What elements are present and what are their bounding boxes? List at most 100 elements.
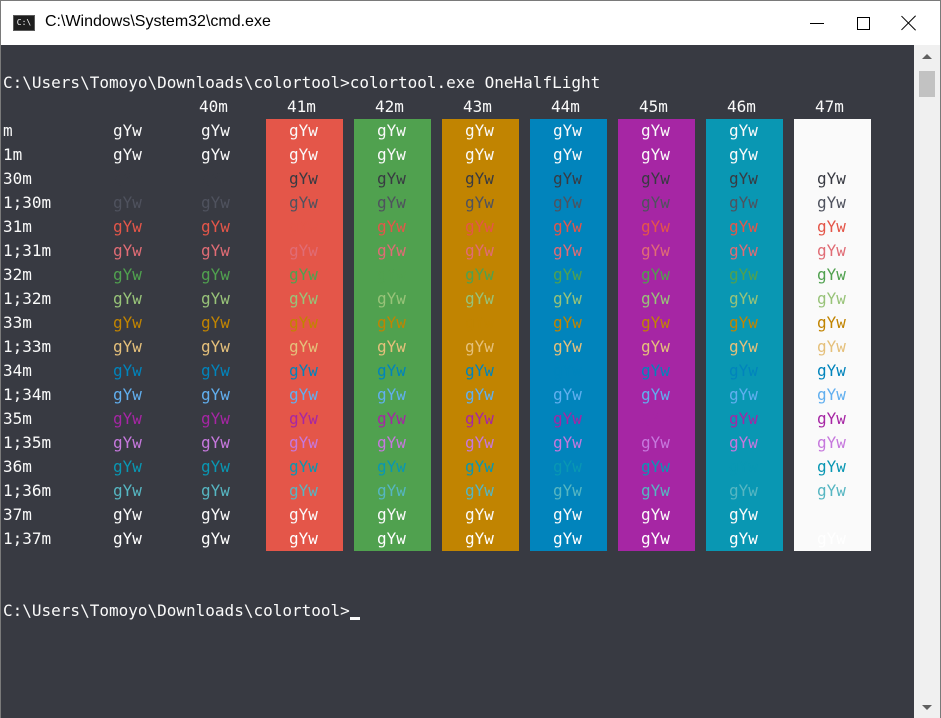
row-label-32m: 32m xyxy=(3,265,32,284)
row-label-1-33m: 1;33m xyxy=(3,337,52,356)
sample-cell: gYw xyxy=(377,289,406,308)
sample-cell: gYw xyxy=(817,313,846,332)
sample-cell: gYw xyxy=(201,361,230,380)
row-label-1-36m: 1;36m xyxy=(3,481,52,500)
sample-cell: gYw xyxy=(641,289,670,308)
sample-cell: gYw xyxy=(465,241,494,260)
row-label-1-32m: 1;32m xyxy=(3,289,52,308)
scroll-down-button[interactable] xyxy=(914,696,940,718)
sample-cell: gYw xyxy=(201,241,230,260)
sample-cell: gYw xyxy=(729,505,758,524)
sample-cell: gYw xyxy=(641,529,670,548)
sample-cell: gYw xyxy=(729,409,758,428)
cmd-icon: C:\ xyxy=(13,15,35,31)
sample-cell: gYw xyxy=(729,361,758,380)
column-header-42m: 42m xyxy=(375,97,404,116)
sample-cell: gYw xyxy=(377,481,406,500)
sample-cell: gYw xyxy=(465,169,494,188)
sample-cell: gYw xyxy=(817,505,846,524)
sample-cell: gYw xyxy=(201,217,230,236)
sample-cell: gYw xyxy=(377,169,406,188)
scroll-thumb[interactable] xyxy=(919,71,935,97)
sample-cell: gYw xyxy=(553,481,582,500)
row-label-35m: 35m xyxy=(3,409,32,428)
close-button[interactable] xyxy=(886,1,932,45)
sample-cell: gYw xyxy=(201,433,230,452)
sample-cell: gYw xyxy=(553,529,582,548)
sample-cell: gYw xyxy=(113,529,142,548)
sample-cell: gYw xyxy=(289,433,318,452)
title-bar[interactable]: C:\ C:\Windows\System32\cmd.exe xyxy=(1,1,940,45)
sample-cell: gYw xyxy=(377,313,406,332)
sample-cell: gYw xyxy=(113,385,142,404)
sample-cell: gYw xyxy=(289,337,318,356)
sample-cell: gYw xyxy=(113,409,142,428)
vertical-scrollbar[interactable] xyxy=(914,45,940,718)
sample-cell: gYw xyxy=(113,241,142,260)
column-header-43m: 43m xyxy=(463,97,492,116)
sample-cell: gYw xyxy=(553,265,582,284)
sample-cell: gYw xyxy=(289,241,318,260)
sample-cell: gYw xyxy=(553,313,582,332)
sample-cell: gYw xyxy=(817,529,846,548)
sample-cell: gYw xyxy=(377,337,406,356)
command-line: C:\Users\Tomoyo\Downloads\colortool>colo… xyxy=(3,73,601,92)
sample-cell: gYw xyxy=(113,121,142,140)
sample-cell: gYw xyxy=(729,265,758,284)
row-label-33m: 33m xyxy=(3,313,32,332)
sample-cell: gYw xyxy=(553,169,582,188)
column-header-47m: 47m xyxy=(815,97,844,116)
sample-cell: gYw xyxy=(201,313,230,332)
sample-cell: gYw xyxy=(113,217,142,236)
prompt-line: C:\Users\Tomoyo\Downloads\colortool> xyxy=(3,601,350,620)
sample-cell: gYw xyxy=(465,217,494,236)
sample-cell: gYw xyxy=(553,217,582,236)
sample-cell: gYw xyxy=(553,241,582,260)
sample-cell: gYw xyxy=(465,409,494,428)
row-label-m: m xyxy=(3,121,13,140)
scroll-up-arrow-icon xyxy=(922,53,932,59)
sample-cell: gYw xyxy=(289,457,318,476)
sample-cell: gYw xyxy=(465,505,494,524)
sample-cell: gYw xyxy=(289,361,318,380)
sample-cell: gYw xyxy=(377,457,406,476)
sample-cell: gYw xyxy=(113,481,142,500)
sample-cell: gYw xyxy=(465,193,494,212)
sample-cell: gYw xyxy=(729,529,758,548)
sample-cell: gYw xyxy=(377,361,406,380)
sample-cell: gYw xyxy=(289,313,318,332)
sample-cell: gYw xyxy=(729,121,758,140)
column-header-46m: 46m xyxy=(727,97,756,116)
row-label-1-30m: 1;30m xyxy=(3,193,52,212)
sample-cell: gYw xyxy=(553,433,582,452)
sample-cell: gYw xyxy=(465,481,494,500)
sample-cell: gYw xyxy=(817,241,846,260)
sample-cell: gYw xyxy=(289,481,318,500)
sample-cell: gYw xyxy=(729,337,758,356)
sample-cell: gYw xyxy=(465,529,494,548)
sample-cell: gYw xyxy=(817,289,846,308)
sample-cell: gYw xyxy=(817,385,846,404)
column-header-45m: 45m xyxy=(639,97,668,116)
column-header-44m: 44m xyxy=(551,97,580,116)
sample-cell: gYw xyxy=(465,145,494,164)
sample-cell: gYw xyxy=(641,241,670,260)
maximize-button[interactable] xyxy=(840,1,886,45)
sample-cell: gYw xyxy=(641,265,670,284)
sample-cell: gYw xyxy=(113,361,142,380)
minimize-button[interactable] xyxy=(794,1,840,45)
scroll-up-button[interactable] xyxy=(914,45,940,67)
sample-cell: gYw xyxy=(377,529,406,548)
maximize-icon xyxy=(856,16,870,30)
column-header-40m: 40m xyxy=(199,97,228,116)
sample-cell: gYw xyxy=(465,433,494,452)
row-label-31m: 31m xyxy=(3,217,32,236)
sample-cell: gYw xyxy=(465,265,494,284)
sample-cell: gYw xyxy=(553,385,582,404)
row-label-36m: 36m xyxy=(3,457,32,476)
sample-cell: gYw xyxy=(289,385,318,404)
sample-cell: gYw xyxy=(465,121,494,140)
sample-cell: gYw xyxy=(289,217,318,236)
console-area[interactable]: C:\Users\Tomoyo\Downloads\colortool>colo… xyxy=(1,45,914,718)
sample-cell: gYw xyxy=(553,145,582,164)
